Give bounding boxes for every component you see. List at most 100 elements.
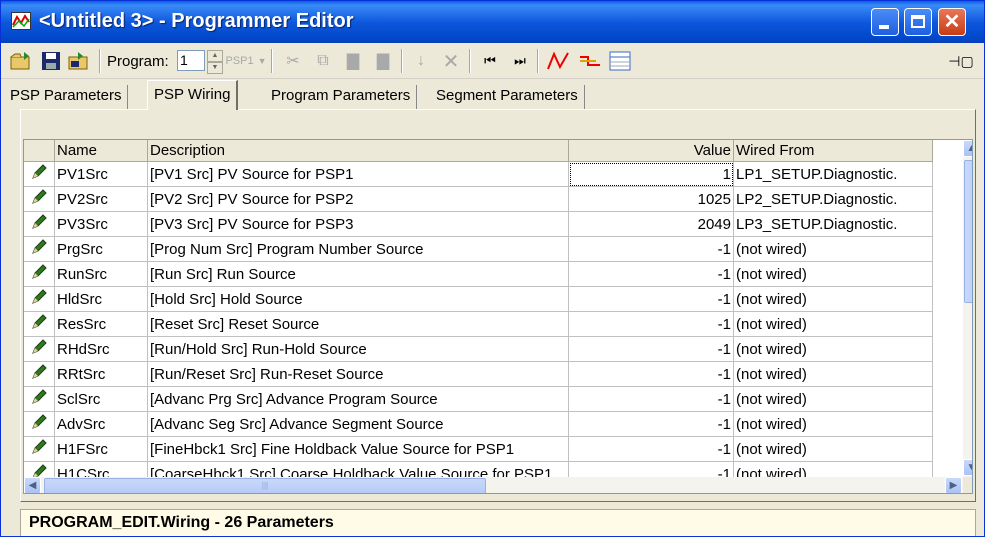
app-icon[interactable] [11, 12, 31, 30]
pin-icon[interactable]: ⊣▢ [947, 49, 975, 73]
row-name[interactable]: RunSrc [54, 261, 148, 287]
row-wired-from[interactable]: (not wired) [733, 411, 933, 437]
row-name[interactable]: SclSrc [54, 386, 148, 412]
table-row[interactable]: ResSrc [Reset Src] Reset Source -1 (not wir… [24, 311, 933, 337]
tab-program-parameters[interactable]: Program Parameters [265, 85, 418, 109]
delete-icon[interactable]: ✕ [439, 49, 463, 73]
scroll-right-icon[interactable]: ▶ [945, 477, 962, 493]
table-row[interactable]: SclSrc [Advanc Prg Src] Advance Program S… [24, 386, 933, 412]
pencil-icon[interactable] [24, 161, 55, 187]
row-name[interactable]: H1FSrc [54, 436, 148, 462]
row-value[interactable]: 1025 [568, 186, 734, 212]
trend-chart-icon[interactable] [545, 49, 571, 73]
row-description[interactable]: [Advanc Seg Src] Advance Segment Source [147, 411, 569, 437]
cut-icon[interactable]: ✂ [281, 49, 305, 73]
horizontal-scrollbar[interactable]: ◀ ||| ▶ [24, 477, 963, 493]
row-wired-from[interactable]: (not wired) [733, 436, 933, 462]
spin-up-icon[interactable]: ▲ [207, 50, 223, 62]
tab-psp-parameters[interactable]: PSP Parameters [4, 85, 129, 109]
wiring-icon[interactable] [577, 49, 603, 73]
tab-psp-wiring[interactable]: PSP Wiring [147, 80, 239, 110]
pencil-icon[interactable] [24, 386, 55, 412]
scroll-down-icon[interactable]: ▼ [963, 459, 972, 476]
row-name[interactable]: PV3Src [54, 211, 148, 237]
table-row[interactable]: HldSrc [Hold Src] Hold Source -1 (not wired… [24, 286, 933, 312]
pencil-icon[interactable] [24, 436, 55, 462]
table-row[interactable]: PV1Src [PV1 Src] PV Source for PSP1 1 LP1_S… [24, 161, 933, 187]
first-segment-icon[interactable]: ⏮ [477, 49, 503, 73]
row-description[interactable]: [Reset Src] Reset Source [147, 311, 569, 337]
row-value[interactable]: -1 [568, 286, 734, 312]
last-segment-icon[interactable]: ⏭ [507, 49, 533, 73]
row-value[interactable]: -1 [568, 361, 734, 387]
row-value[interactable]: -1 [568, 436, 734, 462]
row-name[interactable]: PV1Src [54, 161, 148, 187]
copy-icon[interactable]: ⧉ [311, 49, 335, 73]
row-value[interactable]: -1 [568, 411, 734, 437]
row-description[interactable]: [Advanc Prg Src] Advance Program Source [147, 386, 569, 412]
table-row[interactable]: RRtSrc [Run/Reset Src] Run-Reset Source -1… [24, 361, 933, 387]
table-row[interactable]: RunSrc [Run Src] Run Source -1 (not wired) [24, 261, 933, 287]
header-name[interactable]: Name [54, 140, 148, 162]
header-wired-from[interactable]: Wired From [733, 140, 933, 162]
close-button[interactable]: ✕ [938, 8, 966, 36]
row-wired-from[interactable]: (not wired) [733, 361, 933, 387]
pencil-icon[interactable] [24, 261, 55, 287]
row-wired-from[interactable]: (not wired) [733, 286, 933, 312]
table-row[interactable]: H1FSrc [FineHbck1 Src] Fine Holdback Valu… [24, 436, 933, 462]
row-wired-from[interactable]: (not wired) [733, 386, 933, 412]
minimize-button[interactable] [871, 8, 899, 36]
row-name[interactable]: ResSrc [54, 311, 148, 337]
row-wired-from[interactable]: LP1_SETUP.Diagnostic. [733, 161, 933, 187]
pencil-icon[interactable] [24, 311, 55, 337]
row-description[interactable]: [FineHbck1 Src] Fine Holdback Value Sour… [147, 436, 569, 462]
row-description[interactable]: [Prog Num Src] Program Number Source [147, 236, 569, 262]
row-value[interactable]: -1 [568, 386, 734, 412]
row-description[interactable]: [Hold Src] Hold Source [147, 286, 569, 312]
paste-icon[interactable]: ▇ [341, 49, 365, 73]
pencil-icon[interactable] [24, 236, 55, 262]
row-description[interactable]: [Run/Hold Src] Run-Hold Source [147, 336, 569, 362]
table-row[interactable]: PV2Src [PV2 Src] PV Source for PSP2 1025 LP… [24, 186, 933, 212]
row-name[interactable]: AdvSrc [54, 411, 148, 437]
scroll-left-icon[interactable]: ◀ [24, 477, 41, 493]
row-value[interactable]: 1 [568, 161, 734, 187]
pencil-icon[interactable] [24, 361, 55, 387]
open-folder-icon[interactable] [9, 49, 33, 73]
row-wired-from[interactable]: LP3_SETUP.Diagnostic. [733, 211, 933, 237]
row-value[interactable]: 2049 [568, 211, 734, 237]
title-bar[interactable]: <Untitled 3> - Programmer Editor ✕ [1, 1, 984, 43]
row-description[interactable]: [PV3 Src] PV Source for PSP3 [147, 211, 569, 237]
program-number-spinner[interactable]: ▲ ▼ [207, 50, 223, 74]
psp-select-dropdown[interactable]: PSP1 ▼ [225, 49, 266, 73]
row-description[interactable]: [PV2 Src] PV Source for PSP2 [147, 186, 569, 212]
table-row[interactable]: RHdSrc [Run/Hold Src] Run-Hold Source -1 (n… [24, 336, 933, 362]
row-value[interactable]: -1 [568, 236, 734, 262]
row-value[interactable]: -1 [568, 311, 734, 337]
table-row[interactable]: AdvSrc [Advanc Seg Src] Advance Segment S… [24, 411, 933, 437]
table-view-icon[interactable] [607, 49, 633, 73]
table-row[interactable]: PV3Src [PV3 Src] PV Source for PSP3 2049 LP… [24, 211, 933, 237]
pencil-icon[interactable] [24, 286, 55, 312]
save-as-icon[interactable] [67, 49, 91, 73]
table-row[interactable]: PrgSrc [Prog Num Src] Program Number Sour… [24, 236, 933, 262]
vertical-scroll-thumb[interactable] [964, 160, 972, 303]
row-value[interactable]: -1 [568, 261, 734, 287]
pencil-icon[interactable] [24, 336, 55, 362]
row-description[interactable]: [Run/Reset Src] Run-Reset Source [147, 361, 569, 387]
program-number-input[interactable]: 1 [177, 50, 205, 71]
row-value[interactable]: -1 [568, 336, 734, 362]
row-wired-from[interactable]: (not wired) [733, 336, 933, 362]
vertical-scrollbar[interactable]: ▲ ▼ [963, 140, 972, 493]
row-wired-from[interactable]: (not wired) [733, 261, 933, 287]
row-description[interactable]: [Run Src] Run Source [147, 261, 569, 287]
header-edit-column[interactable] [24, 140, 55, 162]
tab-segment-parameters[interactable]: Segment Parameters [430, 85, 585, 109]
spin-down-icon[interactable]: ▼ [207, 62, 223, 74]
row-wired-from[interactable]: (not wired) [733, 311, 933, 337]
row-wired-from[interactable]: (not wired) [733, 236, 933, 262]
horizontal-scroll-thumb[interactable]: ||| [44, 478, 486, 493]
row-name[interactable]: RHdSrc [54, 336, 148, 362]
insert-down-icon[interactable]: ↓ [409, 49, 433, 73]
row-wired-from[interactable]: LP2_SETUP.Diagnostic. [733, 186, 933, 212]
